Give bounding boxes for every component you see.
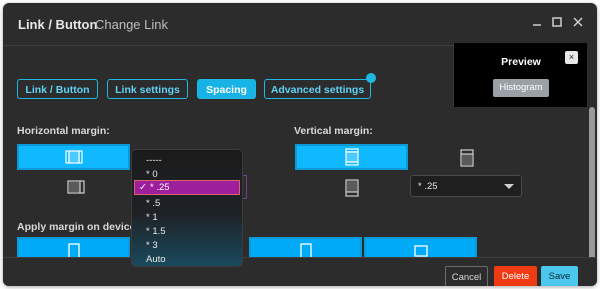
dialog-footer: Cancel Delete Save — [3, 257, 597, 286]
horizontal-margin-both-button[interactable] — [17, 144, 130, 170]
tab-link-button[interactable]: Link / Button — [17, 79, 98, 99]
margin-bottom-icon[interactable] — [344, 179, 360, 197]
dropdown-option[interactable]: * .5 — [146, 198, 160, 209]
margin-both-icon — [65, 150, 83, 164]
close-icon[interactable] — [571, 15, 585, 29]
notification-dot — [366, 73, 376, 83]
scrollbar-thumb[interactable] — [589, 107, 595, 261]
margin-top-icon[interactable] — [459, 149, 475, 167]
tab-advanced-settings[interactable]: Advanced settings — [264, 79, 371, 99]
apply-margin-label: Apply margin on device: — [17, 221, 139, 233]
vertical-margin-select[interactable]: * .25 — [410, 175, 522, 197]
minimize-icon[interactable] — [530, 15, 544, 29]
check-icon: ✓ — [139, 182, 147, 193]
chevron-down-icon — [504, 184, 514, 189]
dropdown-option[interactable]: * 3 — [146, 240, 158, 251]
vertical-margin-select-value: * .25 — [418, 181, 438, 192]
title-bar: Link / Button Change Link — [3, 3, 597, 46]
dropdown-option[interactable]: * 1 — [146, 212, 158, 223]
window-title: Link / Button — [18, 17, 98, 32]
horizontal-margin-label: Horizontal margin: — [17, 125, 110, 137]
preview-panel: Preview × Histogram — [453, 43, 588, 107]
dropdown-option-selected-label: * .25 — [150, 182, 170, 193]
save-button[interactable]: Save — [541, 266, 578, 286]
dropdown-option[interactable]: Auto — [146, 254, 166, 265]
dropdown-option-selected[interactable]: ✓ * .25 — [134, 180, 240, 195]
dropdown-option[interactable]: * 0 — [146, 169, 158, 180]
preview-histogram-button[interactable]: Histogram — [493, 79, 549, 97]
margin-right-icon[interactable] — [67, 179, 85, 195]
margin-dropdown-menu: ----- * 0 ✓ * .25 * .5 * 1 * 1.5 * 3 Aut… — [131, 149, 243, 267]
mobile-icon — [414, 245, 428, 257]
dropdown-option[interactable]: ----- — [146, 155, 162, 166]
margin-top-bottom-icon — [345, 148, 359, 166]
vertical-margin-both-button[interactable] — [295, 144, 408, 170]
vertical-margin-label: Vertical margin: — [294, 125, 373, 137]
link-editor-window: Link / Button Change Link Link / Button … — [3, 3, 597, 286]
maximize-icon[interactable] — [550, 15, 564, 29]
window-subtitle: Change Link — [95, 17, 168, 32]
tab-link-settings[interactable]: Link settings — [107, 79, 188, 99]
dropdown-option[interactable]: * 1.5 — [146, 226, 166, 237]
preview-close-button[interactable]: × — [565, 51, 578, 64]
cancel-button[interactable]: Cancel — [445, 266, 488, 286]
delete-button[interactable]: Delete — [494, 266, 537, 286]
tab-spacing[interactable]: Spacing — [197, 79, 256, 99]
